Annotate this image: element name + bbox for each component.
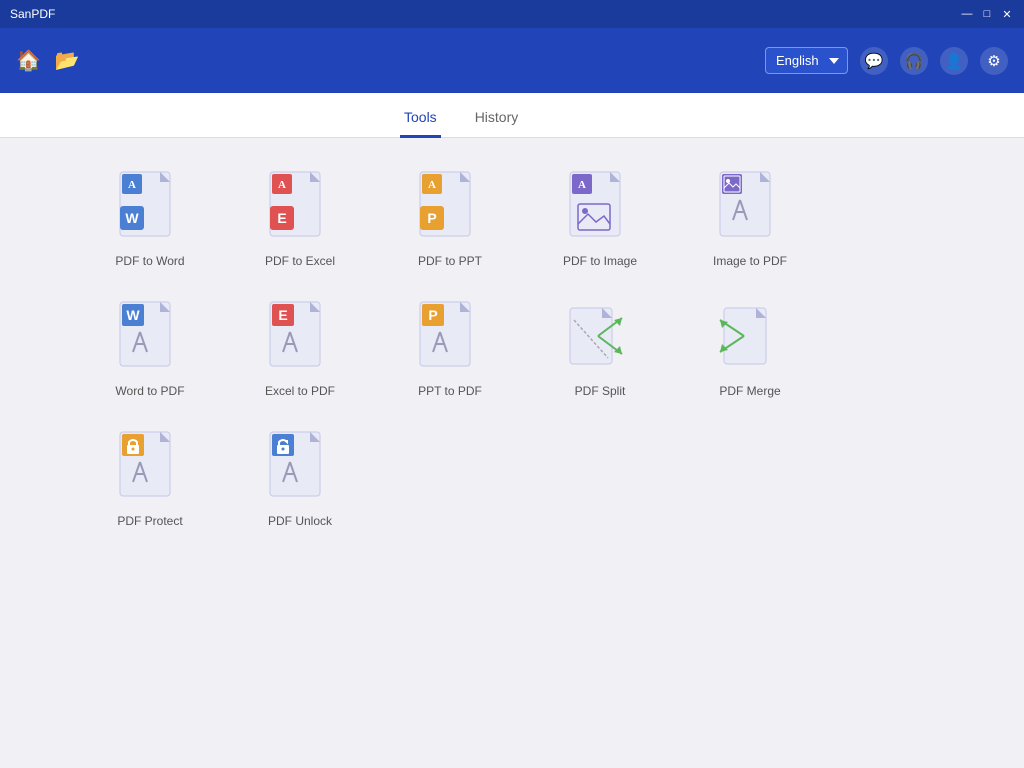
tool-pdf-merge-label: PDF Merge (719, 384, 780, 398)
tool-pdf-split-label: PDF Split (575, 384, 626, 398)
tool-pdf-to-image-label: PDF to Image (563, 254, 637, 268)
tool-pdf-to-word[interactable]: A W PDF to Word (80, 168, 220, 268)
tool-word-to-pdf[interactable]: W Word to PDF (80, 298, 220, 398)
tool-pdf-to-word-label: PDF to Word (115, 254, 184, 268)
home-icon[interactable]: 🏠 (16, 48, 41, 73)
folder-icon[interactable]: 📂 (55, 48, 80, 73)
main-content: A W PDF to Word A E (0, 138, 1024, 768)
tool-pdf-protect-label: PDF Protect (117, 514, 182, 528)
tool-pdf-to-ppt[interactable]: A P PDF to PPT (380, 168, 520, 268)
titlebar: SanPDF — □ ✕ (0, 0, 1024, 28)
svg-text:A: A (128, 179, 136, 191)
header: 🏠 📂 English 中文 Español 💬 🎧 👤 ⚙ (0, 28, 1024, 93)
tool-pdf-to-image[interactable]: A PDF to Image (530, 168, 670, 268)
tool-pdf-protect[interactable]: PDF Protect (80, 428, 220, 528)
tool-pdf-to-ppt-label: PDF to PPT (418, 254, 482, 268)
tool-pdf-merge[interactable]: PDF Merge (680, 298, 820, 398)
tool-word-to-pdf-label: Word to PDF (115, 384, 184, 398)
tool-grid: A W PDF to Word A E (80, 168, 944, 558)
svg-text:W: W (126, 307, 140, 323)
tool-image-to-pdf[interactable]: Image to PDF (680, 168, 820, 268)
tool-pdf-to-excel[interactable]: A E PDF to Excel (230, 168, 370, 268)
window-controls: — □ ✕ (960, 7, 1014, 21)
svg-text:A: A (578, 179, 586, 191)
tool-ppt-to-pdf[interactable]: P PPT to PDF (380, 298, 520, 398)
svg-text:A: A (278, 179, 286, 191)
svg-text:P: P (427, 210, 436, 226)
settings-icon-button[interactable]: ⚙ (980, 47, 1008, 75)
minimize-button[interactable]: — (960, 7, 974, 21)
svg-text:A: A (428, 179, 436, 191)
language-select[interactable]: English 中文 Español (765, 47, 848, 74)
header-left: 🏠 📂 (16, 48, 80, 73)
app-title: SanPDF (10, 7, 55, 21)
tool-excel-to-pdf[interactable]: E Excel to PDF (230, 298, 370, 398)
tool-pdf-unlock[interactable]: PDF Unlock (230, 428, 370, 528)
tool-image-to-pdf-label: Image to PDF (713, 254, 787, 268)
tab-history[interactable]: History (471, 99, 523, 138)
tool-pdf-to-excel-label: PDF to Excel (265, 254, 335, 268)
svg-text:E: E (277, 210, 286, 226)
maximize-button[interactable]: □ (980, 7, 994, 21)
tool-excel-to-pdf-label: Excel to PDF (265, 384, 335, 398)
headset-icon-button[interactable]: 🎧 (900, 47, 928, 75)
tool-pdf-unlock-label: PDF Unlock (268, 514, 332, 528)
header-right: English 中文 Español 💬 🎧 👤 ⚙ (765, 47, 1008, 75)
tab-tools[interactable]: Tools (400, 99, 441, 138)
user-icon-button[interactable]: 👤 (940, 47, 968, 75)
svg-text:E: E (278, 307, 287, 323)
tool-pdf-split[interactable]: PDF Split (530, 298, 670, 398)
tool-ppt-to-pdf-label: PPT to PDF (418, 384, 482, 398)
tabbar: Tools History (0, 93, 1024, 138)
close-button[interactable]: ✕ (1000, 7, 1014, 21)
svg-text:W: W (125, 210, 139, 226)
chat-icon-button[interactable]: 💬 (860, 47, 888, 75)
svg-text:P: P (428, 307, 437, 323)
